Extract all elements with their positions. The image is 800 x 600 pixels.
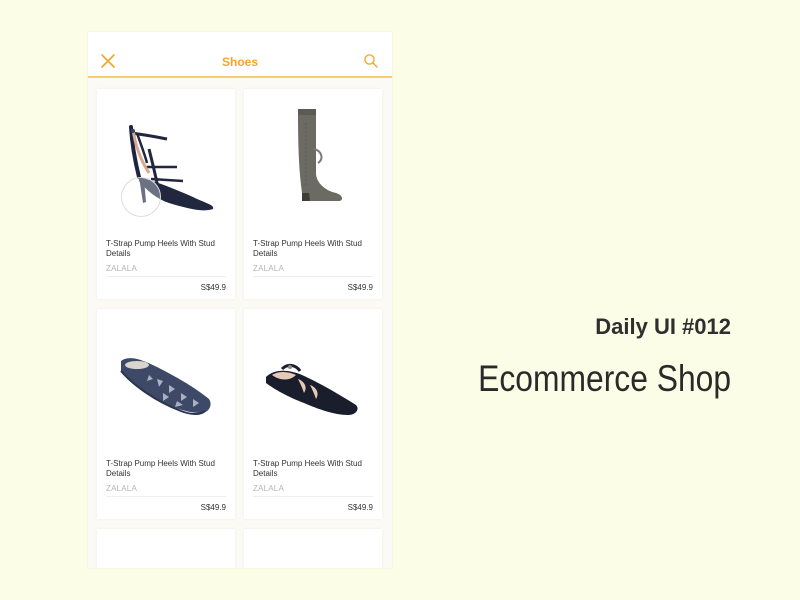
product-brand: ZALALA — [253, 264, 284, 273]
product-price: S$49.9 — [347, 503, 373, 512]
shot-subtitle: Daily UI #012 — [595, 314, 731, 339]
page-title: Shoes — [221, 55, 258, 69]
product-name: T-Strap Pump Heels With Stud Details — [106, 239, 215, 258]
product-image-black-flat — [244, 309, 382, 449]
product-price: S$49.9 — [200, 503, 226, 512]
product-card[interactable] — [97, 529, 235, 568]
product-name: T-Strap Pump Heels With Stud Details — [253, 239, 362, 258]
search-icon[interactable] — [363, 53, 379, 69]
product-card[interactable]: T-Strap Pump Heels With Stud Details ZAL… — [97, 309, 235, 519]
product-card[interactable]: T-Strap Pump Heels With Stud Details ZAL… — [244, 309, 382, 519]
card-divider — [253, 276, 373, 277]
product-brand: ZALALA — [253, 484, 284, 493]
product-card[interactable]: T-Strap Pump Heels With Stud Details ZAL… — [244, 89, 382, 299]
card-divider — [106, 276, 226, 277]
product-image-navy-flat — [97, 309, 235, 449]
product-price: S$49.9 — [200, 283, 226, 292]
phone-screen: Shoes T-Strap Pump Heels With Stud Detai… — [88, 32, 392, 568]
touch-indicator — [121, 177, 161, 217]
product-card[interactable]: T-Strap Pump Heels With Stud Details ZAL… — [97, 89, 235, 299]
card-divider — [106, 496, 226, 497]
top-nav-bar: Shoes — [88, 32, 392, 78]
card-divider — [253, 496, 373, 497]
product-price: S$49.9 — [347, 283, 373, 292]
product-name: T-Strap Pump Heels With Stud Details — [253, 459, 362, 478]
product-image-grey-boot — [244, 89, 382, 229]
product-brand: ZALALA — [106, 484, 137, 493]
shot-title: Ecommerce Shop — [478, 358, 731, 399]
product-name: T-Strap Pump Heels With Stud Details — [106, 459, 215, 478]
product-image-navy-heel — [97, 89, 235, 229]
product-brand: ZALALA — [106, 264, 137, 273]
product-card[interactable] — [244, 529, 382, 568]
